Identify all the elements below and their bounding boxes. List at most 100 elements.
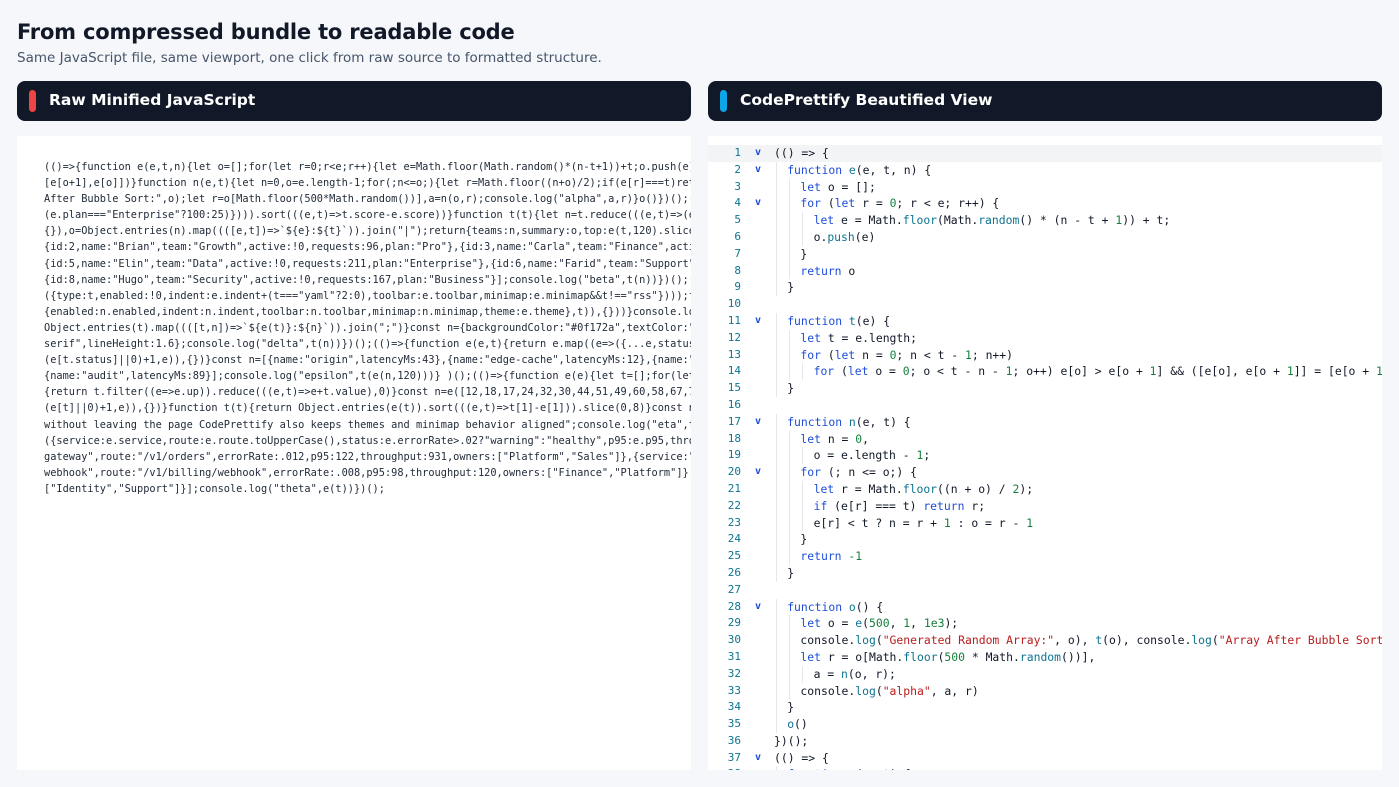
line-number: 14 bbox=[727, 364, 741, 378]
indent-guide bbox=[776, 480, 777, 498]
line-number: 8 bbox=[734, 263, 741, 277]
raw-code-line: After Bubble Sort:",o);let r=o[Math.floo… bbox=[44, 193, 691, 206]
indent-guide bbox=[776, 497, 777, 515]
indent-guide bbox=[776, 245, 777, 263]
indent-guide bbox=[789, 262, 791, 280]
raw-code-line: Object.entries(t).map((([t,n])=>`${e(t)}… bbox=[44, 321, 691, 334]
indent-guide bbox=[789, 212, 791, 229]
indent-guide bbox=[802, 447, 804, 465]
indent-guide bbox=[776, 178, 777, 196]
code-line-text: let t = e.length; bbox=[800, 330, 917, 345]
indent-guide bbox=[776, 464, 777, 481]
code-line: 27 bbox=[708, 582, 1382, 599]
indent-guide bbox=[789, 514, 791, 532]
line-number: 38 bbox=[708, 766, 741, 770]
code-line: 6 o.push(e) bbox=[708, 228, 1382, 246]
line-number: 25 bbox=[727, 549, 741, 563]
indent-guide bbox=[789, 245, 791, 263]
code-line-text: e[r] < t ? n = r + 1 : o = r - 1 bbox=[813, 515, 1034, 530]
code-line: 9} bbox=[708, 279, 1382, 297]
raw-code-line: {id:2,name:"Brian",team:"Growth",active:… bbox=[44, 241, 691, 254]
fold-chevron-icon[interactable]: v bbox=[753, 464, 763, 481]
code-line: 34} bbox=[708, 699, 1382, 717]
indent-guide bbox=[789, 497, 791, 515]
line-number: 11 bbox=[727, 313, 741, 327]
raw-code-line: gateway",route:"/v1/orders",errorRate:.0… bbox=[44, 450, 691, 463]
indent-guide bbox=[789, 363, 791, 381]
fold-chevron-icon[interactable]: v bbox=[753, 195, 763, 212]
raw-code-line: (e[t]||0)+1,e)),{})}function t(t){return… bbox=[44, 402, 691, 415]
code-line: 26} bbox=[708, 564, 1382, 582]
raw-code-line: {name:"audit",latencyMs:89}];console.log… bbox=[44, 370, 691, 383]
fold-chevron-icon[interactable]: v bbox=[753, 145, 763, 162]
line-number: 26 bbox=[727, 565, 741, 579]
fold-chevron-icon[interactable]: v bbox=[753, 162, 763, 179]
raw-code-line: (e[t.status]||0)+1,e)),{})}const n=[{nam… bbox=[44, 354, 691, 367]
line-number: 37 bbox=[727, 750, 741, 764]
code-line: 10 bbox=[708, 296, 1382, 313]
fold-chevron-icon[interactable]: v bbox=[753, 766, 763, 770]
page-subtitle: Same JavaScript file, same viewport, one… bbox=[17, 50, 602, 66]
line-number: 31 bbox=[727, 649, 741, 663]
indent-guide bbox=[802, 480, 804, 498]
fold-chevron-icon[interactable]: v bbox=[753, 599, 763, 616]
code-line: 18 let n = 0, bbox=[708, 430, 1382, 448]
line-number: 4 bbox=[734, 196, 741, 210]
code-line-text: return o bbox=[800, 263, 856, 278]
page-title: From compressed bundle to readable code bbox=[17, 20, 515, 44]
line-number: 30 bbox=[727, 633, 741, 647]
raw-code-line: {id:8,name:"Hugo",team:"Security",active… bbox=[44, 273, 691, 286]
indent-guide bbox=[776, 648, 777, 666]
indent-guide bbox=[776, 329, 777, 347]
code-line: 29 let o = e(500, 1, 1e3); bbox=[708, 615, 1382, 633]
line-number: 2 bbox=[734, 162, 741, 176]
indent-guide bbox=[776, 665, 777, 683]
indent-guide bbox=[776, 380, 777, 397]
indent-guide bbox=[776, 514, 777, 532]
code-line: 3 let o = []; bbox=[708, 178, 1382, 196]
indent-guide bbox=[776, 766, 777, 770]
indent-guide bbox=[776, 682, 777, 700]
code-line: 36})(); bbox=[708, 733, 1382, 750]
code-line: 22 if (e[r] === t) return r; bbox=[708, 497, 1382, 515]
code-line-text: function e(e, t) { bbox=[787, 766, 910, 770]
code-line: 33 console.log("alpha", a, r) bbox=[708, 682, 1382, 700]
fold-chevron-icon[interactable]: v bbox=[753, 750, 763, 767]
raw-code-area[interactable]: (()=>{function e(e,t,n){let o=[];for(let… bbox=[17, 136, 691, 770]
code-line-text: let o = []; bbox=[800, 179, 876, 194]
raw-code-line: (()=>{function e(e,t,n){let o=[];for(let… bbox=[44, 161, 691, 173]
code-line: 12 let t = e.length; bbox=[708, 329, 1382, 347]
line-number: 13 bbox=[727, 347, 741, 361]
indent-guide bbox=[802, 665, 804, 683]
indent-guide bbox=[789, 682, 791, 700]
line-number: 24 bbox=[727, 532, 741, 546]
code-line-text: let r = o[Math.floor(500 * Math.random()… bbox=[800, 649, 1096, 664]
code-line: 20 v for (; n <= o;) { bbox=[708, 464, 1382, 481]
indent-guide bbox=[789, 178, 791, 196]
line-number: 32 bbox=[727, 666, 741, 680]
code-line: 17 v function n(e, t) { bbox=[708, 413, 1382, 431]
indent-guide bbox=[776, 632, 777, 649]
indent-guide bbox=[776, 279, 777, 297]
beautified-code-area[interactable]: 1 v(() => {2 v function e(e, t, n) {3 let o … bbox=[708, 136, 1382, 770]
indent-guide bbox=[776, 447, 777, 465]
indent-guide bbox=[776, 615, 777, 633]
indent-guide bbox=[802, 228, 804, 246]
line-number: 12 bbox=[727, 330, 741, 344]
fold-chevron-icon[interactable]: v bbox=[753, 414, 763, 431]
indent-guide bbox=[776, 228, 777, 246]
line-number: 16 bbox=[727, 397, 741, 411]
line-number: 28 bbox=[727, 599, 741, 613]
code-line-text: function n(e, t) { bbox=[787, 414, 911, 429]
code-line: 23 e[r] < t ? n = r + 1 : o = r - 1 bbox=[708, 514, 1382, 532]
indent-guide bbox=[802, 514, 804, 532]
raw-minified-panel: Raw Minified JavaScript (()=>{function e… bbox=[17, 81, 691, 770]
fold-chevron-icon[interactable]: v bbox=[753, 313, 763, 330]
raw-code-line: ({service:e.service,route:e.route.toUppe… bbox=[44, 434, 691, 447]
code-line: 14 for (let o = 0; o < t - n - 1; o++) e[… bbox=[708, 363, 1382, 381]
line-number: 5 bbox=[734, 213, 741, 227]
code-line: 38 v function e(e, t) { bbox=[708, 766, 1382, 770]
code-line-text: let o = e(500, 1, 1e3); bbox=[800, 616, 959, 631]
indent-guide bbox=[789, 464, 791, 481]
code-line: 5 let e = Math.floor(Math.random() * (n -… bbox=[708, 212, 1382, 229]
